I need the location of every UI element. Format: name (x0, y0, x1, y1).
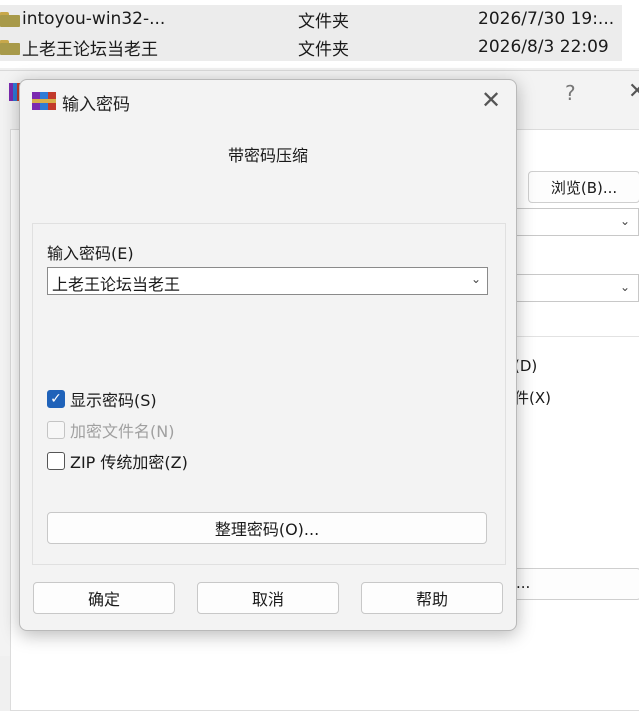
password-dialog: 输入密码 ✕ 带密码压缩 输入密码(E) 上老王论坛当老王 ⌄ ✓ 显示密码(S… (19, 79, 517, 631)
chevron-down-icon[interactable]: ⌄ (471, 272, 481, 286)
folder-icon (0, 11, 20, 27)
password-group: 输入密码(E) 上老王论坛当老王 ⌄ ✓ 显示密码(S) 加密文件名(N) ZI… (32, 223, 506, 565)
encrypt-filenames-label[interactable]: 加密文件名(N) (70, 418, 174, 442)
browse-button[interactable]: 浏览(B)... (528, 171, 639, 203)
chevron-down-icon: ⌄ (619, 214, 630, 228)
file-date: 2026/8/3 22:09 (478, 37, 609, 57)
file-type: 文件夹 (298, 11, 349, 32)
option-label[interactable]: 件(X) (514, 387, 551, 408)
organize-passwords-button[interactable]: 整理密码(O)... (47, 512, 487, 544)
close-icon[interactable]: ✕ (476, 86, 506, 116)
file-name: 上老王论坛当老王 (22, 39, 158, 60)
zip-legacy-checkbox[interactable]: ZIP 传统加密(Z) (47, 450, 188, 472)
encrypt-filenames-checkbox[interactable]: 加密文件名(N) (47, 419, 174, 441)
dialog-title: 输入密码 (62, 95, 130, 115)
checkmark-icon[interactable]: ✓ (47, 390, 65, 408)
file-name: intoyou-win32-... (22, 9, 166, 29)
divider (512, 336, 639, 337)
checkbox-box[interactable] (47, 421, 65, 439)
file-date: 2026/7/30 19:... (478, 9, 615, 29)
file-list: intoyou-win32-... 文件夹 2026/7/30 19:... 上… (0, 0, 639, 68)
close-icon[interactable]: ✕ (628, 79, 639, 104)
file-type: 文件夹 (298, 39, 349, 60)
file-row[interactable]: 上老王论坛当老王 文件夹 2026/8/3 22:09 (0, 33, 622, 61)
password-label: 输入密码(E) (47, 244, 134, 263)
ok-button[interactable]: 确定 (33, 582, 175, 614)
chevron-down-icon: ⌄ (619, 280, 630, 294)
option-label[interactable]: (D) (514, 357, 537, 375)
parent-lower-button[interactable]: ... (505, 568, 639, 600)
checkbox-box[interactable] (47, 452, 65, 470)
show-password-label[interactable]: 显示密码(S) (70, 387, 157, 411)
archive-name-combo[interactable]: ⌄ (512, 208, 639, 236)
file-row[interactable]: intoyou-win32-... 文件夹 2026/7/30 19:... (0, 5, 622, 33)
password-input[interactable]: 上老王论坛当老王 ⌄ (47, 267, 488, 295)
folder-icon (0, 39, 20, 55)
show-password-checkbox[interactable]: ✓ 显示密码(S) (47, 388, 157, 410)
cancel-button[interactable]: 取消 (197, 582, 339, 614)
update-mode-combo[interactable]: ⌄ (512, 274, 639, 302)
help-icon[interactable]: ? (565, 81, 576, 105)
help-button[interactable]: 帮助 (361, 582, 503, 614)
dialog-subtitle: 带密码压缩 (227, 146, 308, 165)
password-value[interactable]: 上老王论坛当老王 (52, 271, 180, 295)
zip-legacy-label[interactable]: ZIP 传统加密(Z) (70, 449, 188, 473)
winrar-app-icon (32, 92, 56, 110)
